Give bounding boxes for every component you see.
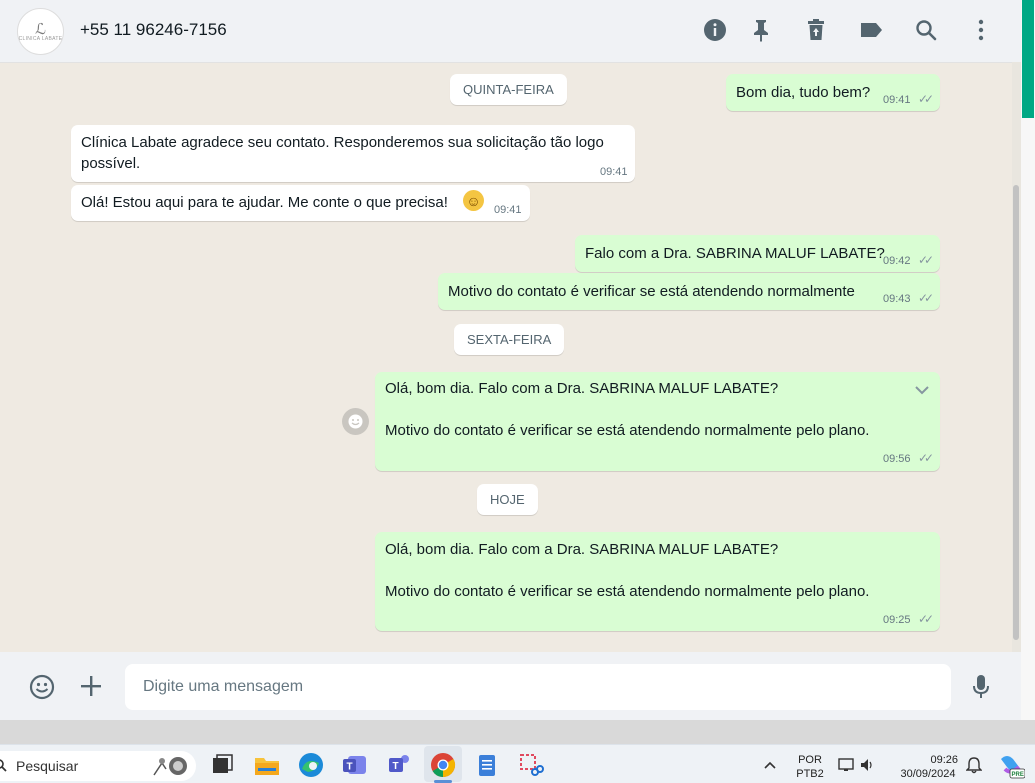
- read-ticks-icon: ✓✓: [918, 253, 934, 267]
- chat-header: ℒ CLINICA LABATE +55 11 96246-7156: [0, 0, 1021, 63]
- taskbar-search-label: Pesquisar: [16, 758, 79, 774]
- message-text-line1: Clínica Labate agradece seu contato. Res…: [81, 134, 604, 151]
- message-text: Motivo do contato é verificar se está at…: [448, 283, 855, 300]
- message-input[interactable]: [125, 664, 951, 710]
- message-time: 09:25: [883, 614, 911, 626]
- outgoing-message[interactable]: Olá, bom dia. Falo com a Dra. SABRINA MA…: [375, 372, 940, 471]
- incoming-message[interactable]: Clínica Labate agradece seu contato. Res…: [71, 125, 635, 182]
- message-text-line1: Olá, bom dia. Falo com a Dra. SABRINA MA…: [385, 380, 779, 397]
- accent-strip: [1022, 0, 1034, 118]
- search-highlight-icon: [150, 755, 190, 782]
- notification-bell-icon[interactable]: [962, 751, 986, 779]
- message-time: 09:41: [494, 204, 522, 216]
- read-ticks-icon: ✓✓: [918, 612, 934, 626]
- date-chip-thursday: QUINTA-FEIRA: [450, 74, 567, 105]
- snipping-tool-icon[interactable]: [517, 751, 545, 779]
- clock-date: 30/09/2024: [900, 768, 956, 780]
- outgoing-message[interactable]: Olá, bom dia. Falo com a Dra. SABRINA MA…: [375, 532, 940, 631]
- contact-avatar[interactable]: ℒ CLINICA LABATE: [17, 8, 64, 55]
- outgoing-message[interactable]: Falo com a Dra. SABRINA MALUF LABATE? 09…: [575, 235, 940, 272]
- message-time: 09:42: [883, 255, 911, 267]
- tray-overflow-chevron-icon[interactable]: [758, 751, 782, 779]
- copilot-badge-text: PRE: [1012, 772, 1024, 778]
- plus-icon[interactable]: [78, 673, 104, 699]
- edge-browser-icon[interactable]: [297, 751, 325, 779]
- notepad-icon[interactable]: [473, 751, 501, 779]
- window-bottom-gap: [0, 720, 1035, 744]
- svg-text:T: T: [347, 762, 353, 773]
- message-time: 09:41: [883, 94, 911, 106]
- message-text: Bom dia, tudo bem?: [736, 84, 871, 101]
- pin-icon[interactable]: [748, 17, 774, 43]
- contact-name[interactable]: +55 11 96246-7156: [80, 20, 227, 40]
- label-icon[interactable]: [858, 17, 884, 43]
- menu-dots-icon[interactable]: [968, 17, 994, 43]
- incoming-message[interactable]: Olá! Estou aqui para te ajudar. Me conte…: [71, 185, 530, 221]
- keyboard-layout: PTB2: [796, 768, 824, 780]
- read-ticks-icon: ✓✓: [918, 92, 934, 106]
- message-time: 09:41: [600, 166, 628, 178]
- whatsapp-window: ℒ CLINICA LABATE +55 11 96246-7156 QUINT…: [0, 0, 1021, 720]
- input-language-indicator[interactable]: POR PTB2: [790, 753, 830, 781]
- file-explorer-icon[interactable]: [253, 751, 281, 779]
- read-ticks-icon: ✓✓: [918, 451, 934, 465]
- teams-classic-icon[interactable]: T: [385, 751, 413, 779]
- copilot-icon[interactable]: PRE: [996, 751, 1026, 779]
- avatar-logo-text: CLINICA LABATE: [18, 35, 63, 42]
- chat-scrollbar-thumb[interactable]: [1013, 185, 1019, 640]
- message-text-line2: Motivo do contato é verificar se está at…: [385, 422, 870, 439]
- message-text: Olá! Estou aqui para te ajudar. Me conte…: [81, 194, 448, 211]
- react-emoji-icon[interactable]: [342, 408, 369, 435]
- chrome-icon[interactable]: [429, 751, 457, 779]
- message-text: Falo com a Dra. SABRINA MALUF LABATE?: [585, 245, 885, 262]
- read-ticks-icon: ✓✓: [918, 291, 934, 305]
- outgoing-message[interactable]: Motivo do contato é verificar se está at…: [438, 273, 940, 310]
- language-code: POR: [798, 754, 822, 766]
- date-chip-today: HOJE: [477, 484, 538, 515]
- message-text-line2: possível.: [81, 155, 141, 172]
- message-time: 09:56: [883, 453, 911, 465]
- teams-icon[interactable]: T: [341, 751, 369, 779]
- clock-time: 09:26: [930, 754, 958, 766]
- info-icon[interactable]: [702, 17, 728, 43]
- message-time: 09:43: [883, 293, 911, 305]
- taskbar-search-icon: [0, 759, 7, 772]
- message-list: QUINTA-FEIRA Bom dia, tudo bem? 09:41 ✓✓…: [0, 62, 1012, 652]
- smiling-emoji-icon: ☺: [463, 190, 484, 211]
- message-composer: [0, 652, 1021, 720]
- svg-text:T: T: [393, 761, 399, 772]
- date-chip-friday: SEXTA-FEIRA: [454, 324, 565, 355]
- clinic-logo-icon: ℒ: [35, 19, 46, 38]
- network-volume-icons[interactable]: [836, 751, 876, 779]
- emoji-icon[interactable]: [28, 673, 56, 701]
- task-view-icon[interactable]: [208, 751, 236, 779]
- window-edge-strip: [1021, 0, 1035, 720]
- message-menu-chevron-icon[interactable]: [914, 382, 930, 399]
- delete-icon[interactable]: [803, 17, 829, 43]
- taskbar-search-box[interactable]: Pesquisar: [0, 751, 196, 781]
- windows-taskbar: Pesquisar T T POR PTB2 09:26 30/09/2024: [0, 744, 1035, 783]
- taskbar-clock[interactable]: 09:26 30/09/2024: [890, 753, 966, 781]
- mic-icon[interactable]: [969, 672, 993, 702]
- outgoing-message[interactable]: Bom dia, tudo bem? 09:41 ✓✓: [726, 74, 940, 111]
- search-icon[interactable]: [913, 17, 939, 43]
- message-text-line2: Motivo do contato é verificar se está at…: [385, 583, 870, 600]
- message-text-line1: Olá, bom dia. Falo com a Dra. SABRINA MA…: [385, 541, 779, 558]
